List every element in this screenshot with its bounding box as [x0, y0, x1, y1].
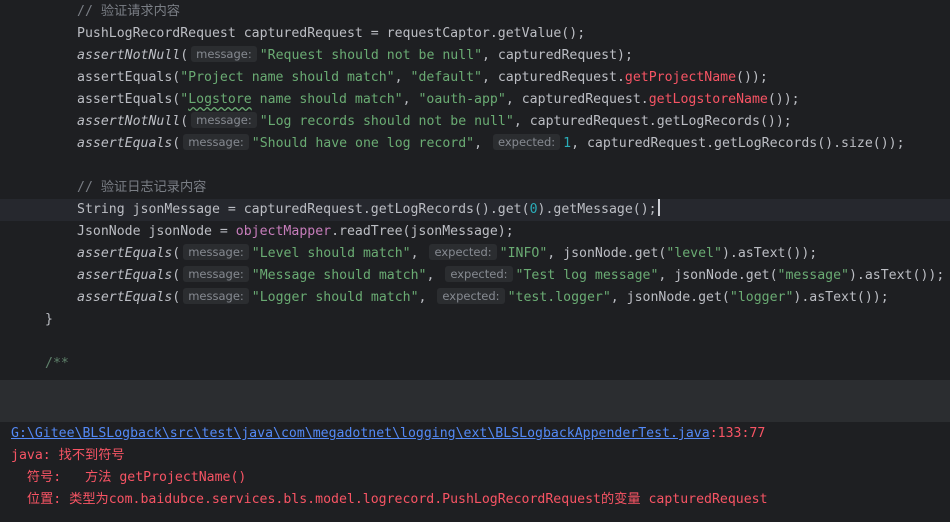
- code-text: assertEquals(message: "Logger should matc…: [77, 288, 889, 305]
- code-text: PushLogRecordRequest capturedRequest = r…: [77, 26, 586, 41]
- parameter-hint: expected:: [437, 288, 505, 304]
- parameter-hint: message:: [191, 112, 257, 128]
- current-code-line: String jsonMessage = capturedRequest.get…: [0, 199, 950, 221]
- code-line: // 验证请求内容: [0, 1, 950, 23]
- code-text: assertNotNull(message: "Log records shoul…: [77, 112, 792, 129]
- code-line: JsonNode jsonNode = objectMapper.readTre…: [0, 221, 950, 243]
- code-line: }: [0, 309, 950, 331]
- code-text: assertEquals(message: "Level should match…: [77, 244, 818, 261]
- error-symbol: 符号: 方法 getProjectName(): [11, 470, 247, 485]
- code-line: // 验证日志记录内容: [0, 177, 950, 199]
- code-line: PushLogRecordRequest capturedRequest = r…: [0, 23, 950, 45]
- code-text: assertEquals(message: "Should have one lo…: [77, 134, 905, 151]
- parameter-hint: message:: [183, 244, 249, 260]
- code-line: assertEquals(message: "Should have one lo…: [0, 133, 950, 155]
- code-line: assertEquals("Project name should match"…: [0, 67, 950, 89]
- parameter-hint: message:: [183, 134, 249, 150]
- code-line: /**: [0, 353, 950, 375]
- parameter-hint: message:: [183, 288, 249, 304]
- comment: // 验证日志记录内容: [77, 180, 207, 195]
- code-line: assertEquals(message: "Level should match…: [0, 243, 950, 265]
- code-line: assertNotNull(message: "Request should no…: [0, 45, 950, 67]
- code-text: assertEquals("Logstore name should match…: [77, 92, 800, 107]
- panel-divider: [0, 380, 950, 422]
- unresolved-symbol: getLogstoreName: [648, 92, 768, 107]
- code-line: assertEquals("Logstore name should match…: [0, 89, 950, 111]
- build-output-console[interactable]: G:\Gitee\BLSLogback\src\test\java\com\me…: [0, 422, 950, 522]
- error-message: java: 找不到符号: [11, 448, 125, 463]
- typo-underline: Logstore: [188, 92, 252, 107]
- code-text: assertEquals("Project name should match"…: [77, 70, 768, 85]
- parameter-hint: message:: [183, 266, 249, 282]
- line-column: :133:77: [709, 426, 766, 441]
- text-caret: [657, 199, 660, 216]
- file-link[interactable]: G:\Gitee\BLSLogback\src\test\java\com\me…: [11, 426, 710, 441]
- code-text: assertNotNull(message: "Request should no…: [77, 46, 633, 63]
- comment: // 验证请求内容: [77, 4, 180, 19]
- code-line: assertNotNull(message: "Log records shoul…: [0, 111, 950, 133]
- parameter-hint: expected:: [429, 244, 497, 260]
- error-location-line: G:\Gitee\BLSLogback\src\test\java\com\me…: [11, 423, 765, 445]
- unresolved-symbol: getProjectName: [624, 70, 737, 85]
- parameter-hint: message:: [191, 46, 257, 62]
- code-line: assertEquals(message: "Logger should matc…: [0, 287, 950, 309]
- parameter-hint: expected:: [445, 266, 513, 282]
- code-text: }: [45, 312, 53, 327]
- code-text: JsonNode jsonNode = objectMapper.readTre…: [77, 224, 514, 239]
- code-line: assertEquals(message: "Message should mat…: [0, 265, 950, 287]
- code-editor[interactable]: // 验证请求内容 PushLogRecordRequest capturedR…: [0, 0, 950, 380]
- code-text: assertEquals(message: "Message should mat…: [77, 266, 945, 283]
- parameter-hint: expected:: [493, 134, 561, 150]
- error-position: 位置: 类型为com.baidubce.services.bls.model.l…: [11, 492, 768, 507]
- javadoc-comment: /**: [45, 356, 69, 371]
- code-text: String jsonMessage = capturedRequest.get…: [77, 199, 660, 221]
